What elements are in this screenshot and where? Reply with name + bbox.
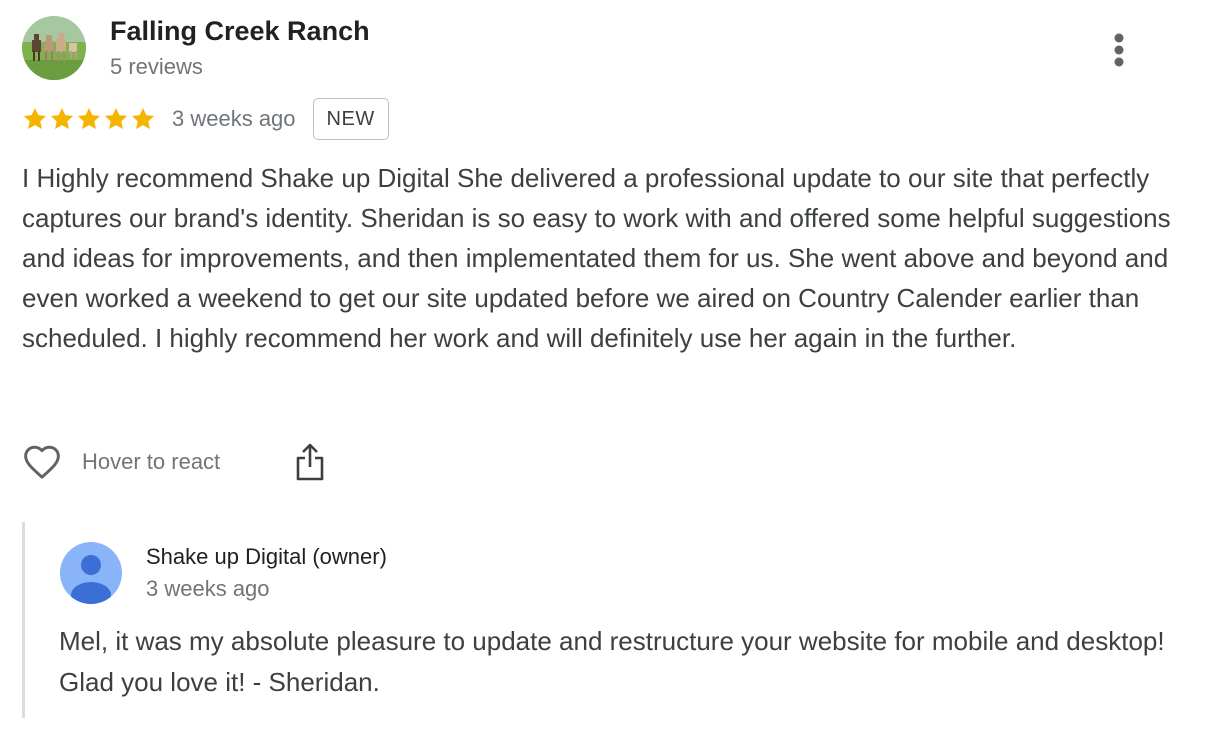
more-vert-icon xyxy=(1114,33,1124,67)
rating-row: 3 weeks ago NEW xyxy=(22,98,389,140)
heart-outline-icon xyxy=(24,445,60,479)
share-icon xyxy=(296,443,324,481)
owner-name: Shake up Digital (owner) xyxy=(146,544,387,569)
star-icon xyxy=(23,107,47,129)
star-rating xyxy=(22,106,156,132)
reviewer-avatar[interactable] xyxy=(22,16,86,80)
owner-response: Shake up Digital (owner) 3 weeks ago Mel… xyxy=(22,522,1185,718)
default-person-avatar-icon xyxy=(60,542,122,604)
react-label: Hover to react xyxy=(82,449,221,474)
star-icon xyxy=(77,107,101,129)
horses-photo-avatar-icon xyxy=(22,16,86,80)
more-options-button[interactable] xyxy=(1104,28,1134,72)
review-text: I Highly recommend Shake up Digital She … xyxy=(22,163,1171,353)
owner-avatar[interactable] xyxy=(60,542,122,604)
star-icon xyxy=(131,107,155,129)
new-badge: NEW xyxy=(312,98,389,140)
reviewer-review-count: 5 reviews xyxy=(110,54,203,79)
star-icon xyxy=(50,107,74,129)
star-icon xyxy=(104,107,128,129)
share-button[interactable] xyxy=(292,440,328,484)
owner-response-text: Mel, it was my absolute pleasure to upda… xyxy=(59,626,1165,697)
react-button[interactable]: Hover to react xyxy=(22,440,220,484)
reviewer-name[interactable]: Falling Creek Ranch xyxy=(110,16,370,47)
review-date: 3 weeks ago xyxy=(172,106,296,131)
owner-response-date: 3 weeks ago xyxy=(146,576,270,601)
